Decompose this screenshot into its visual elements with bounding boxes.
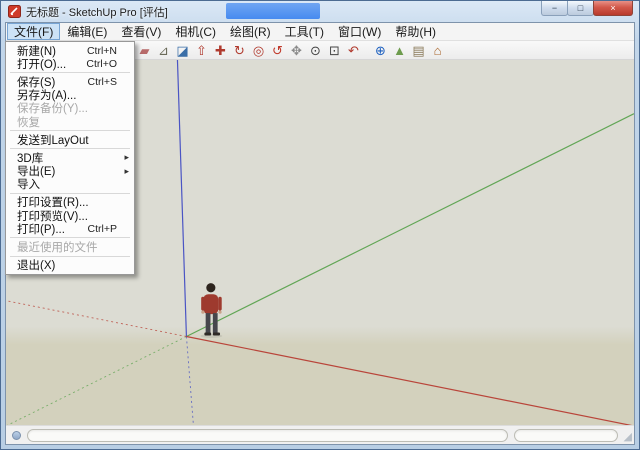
file-menu: 新建(N)Ctrl+N打开(O)...Ctrl+O保存(S)Ctrl+S另存为(…	[5, 41, 135, 275]
menu-item-label: 退出(X)	[17, 257, 55, 273]
menu-bar: 文件(F)编辑(E)查看(V)相机(C)绘图(R)工具(T)窗口(W)帮助(H)	[6, 23, 634, 41]
minimize-button[interactable]: −	[541, 1, 568, 16]
menu-item-label: 恢复	[17, 114, 40, 130]
figure-head	[206, 283, 215, 292]
get-models-icon[interactable]: ⌂	[428, 42, 447, 59]
photo-textures-icon[interactable]: ▤	[409, 42, 428, 59]
submenu-arrow-icon: ▸	[124, 166, 129, 177]
title-bar[interactable]: 无标题 - SketchUp Pro [评估] − □ ×	[1, 1, 639, 22]
status-indicator-icon	[12, 431, 21, 440]
file-menu-item-20[interactable]: 退出(X)	[7, 259, 133, 272]
axis-green	[186, 114, 634, 337]
maximize-button[interactable]: □	[567, 1, 594, 16]
file-menu-item-16[interactable]: 打印(P)... Ctrl+P	[7, 222, 133, 235]
rotate-icon[interactable]: ↻	[230, 42, 249, 59]
measurement-input[interactable]	[514, 429, 618, 442]
orbit-icon[interactable]: ↺	[268, 42, 287, 59]
title-bar-highlight	[226, 3, 320, 19]
axis-red-dashed	[6, 301, 186, 337]
window-title: 无标题 - SketchUp Pro [评估]	[26, 4, 168, 20]
file-menu-item-12[interactable]: 导入	[7, 178, 133, 191]
tape-measure-icon[interactable]: ⊿	[154, 42, 173, 59]
figure-left-foot	[204, 333, 211, 336]
file-menu-item-6: 恢复	[7, 115, 133, 128]
figure-torso	[203, 294, 218, 314]
add-location-icon[interactable]: ⊕	[371, 42, 390, 59]
menu-item-label: 发送到LayOut	[17, 132, 89, 148]
figure-left-arm	[201, 297, 204, 311]
figure-right-foot	[213, 333, 220, 336]
file-menu-item-18: 最近使用的文件	[7, 240, 133, 253]
menu-item-label: 打开(O)...	[17, 56, 66, 72]
zoom-extents-icon[interactable]: ⊡	[325, 42, 344, 59]
figure-left-hand	[201, 311, 204, 314]
axis-red	[186, 336, 634, 425]
axis-green-dashed	[6, 336, 186, 425]
figure-right-arm	[218, 297, 221, 311]
offset-icon[interactable]: ◎	[249, 42, 268, 59]
menubar-item-5[interactable]: 工具(T)	[278, 23, 331, 40]
file-menu-item-8[interactable]: 发送到LayOut	[7, 133, 133, 146]
file-menu-item-1[interactable]: 打开(O)... Ctrl+O	[7, 57, 133, 70]
figure-right-leg	[213, 313, 218, 333]
status-message-field	[27, 429, 508, 442]
zoom-icon[interactable]: ⊙	[306, 42, 325, 59]
menubar-item-1[interactable]: 编辑(E)	[60, 23, 114, 40]
menu-item-label: 导入	[17, 176, 40, 192]
sketchup-window: 无标题 - SketchUp Pro [评估] − □ × 文件(F)编辑(E)…	[0, 0, 640, 450]
push-pull-icon[interactable]: ⇧	[192, 42, 211, 59]
menubar-item-4[interactable]: 绘图(R)	[223, 23, 278, 40]
submenu-arrow-icon: ▸	[124, 152, 129, 163]
menubar-item-2[interactable]: 查看(V)	[114, 23, 168, 40]
menubar-item-7[interactable]: 帮助(H)	[388, 23, 443, 40]
pan-icon[interactable]: ✥	[287, 42, 306, 59]
axis-blue-dashed	[186, 336, 193, 425]
eraser-icon[interactable]: ▰	[135, 42, 154, 59]
resize-grip-icon[interactable]: ◢	[624, 432, 632, 443]
menu-item-label: 打印(P)...	[17, 221, 65, 237]
window-controls: − □ ×	[542, 1, 633, 16]
move-icon[interactable]: ✚	[211, 42, 230, 59]
menubar-item-6[interactable]: 窗口(W)	[331, 23, 388, 40]
paint-bucket-icon[interactable]: ◪	[173, 42, 192, 59]
toggle-terrain-icon[interactable]: ▲	[390, 42, 409, 59]
menu-item-accelerator: Ctrl+S	[88, 76, 117, 88]
menu-item-accelerator: Ctrl+O	[86, 58, 117, 70]
app-icon	[8, 5, 21, 18]
scale-figure[interactable]	[200, 283, 222, 338]
previous-icon[interactable]: ↶	[344, 42, 363, 59]
figure-right-hand	[218, 311, 221, 314]
menu-item-accelerator: Ctrl+P	[88, 223, 117, 235]
axis-blue	[177, 60, 186, 336]
menubar-item-0[interactable]: 文件(F)	[7, 23, 60, 40]
figure-left-leg	[206, 313, 211, 333]
menu-item-accelerator: Ctrl+N	[87, 45, 117, 57]
close-button[interactable]: ×	[593, 1, 633, 16]
menu-item-label: 最近使用的文件	[17, 239, 98, 255]
menubar-item-3[interactable]: 相机(C)	[168, 23, 223, 40]
status-bar: ◢	[6, 425, 634, 444]
